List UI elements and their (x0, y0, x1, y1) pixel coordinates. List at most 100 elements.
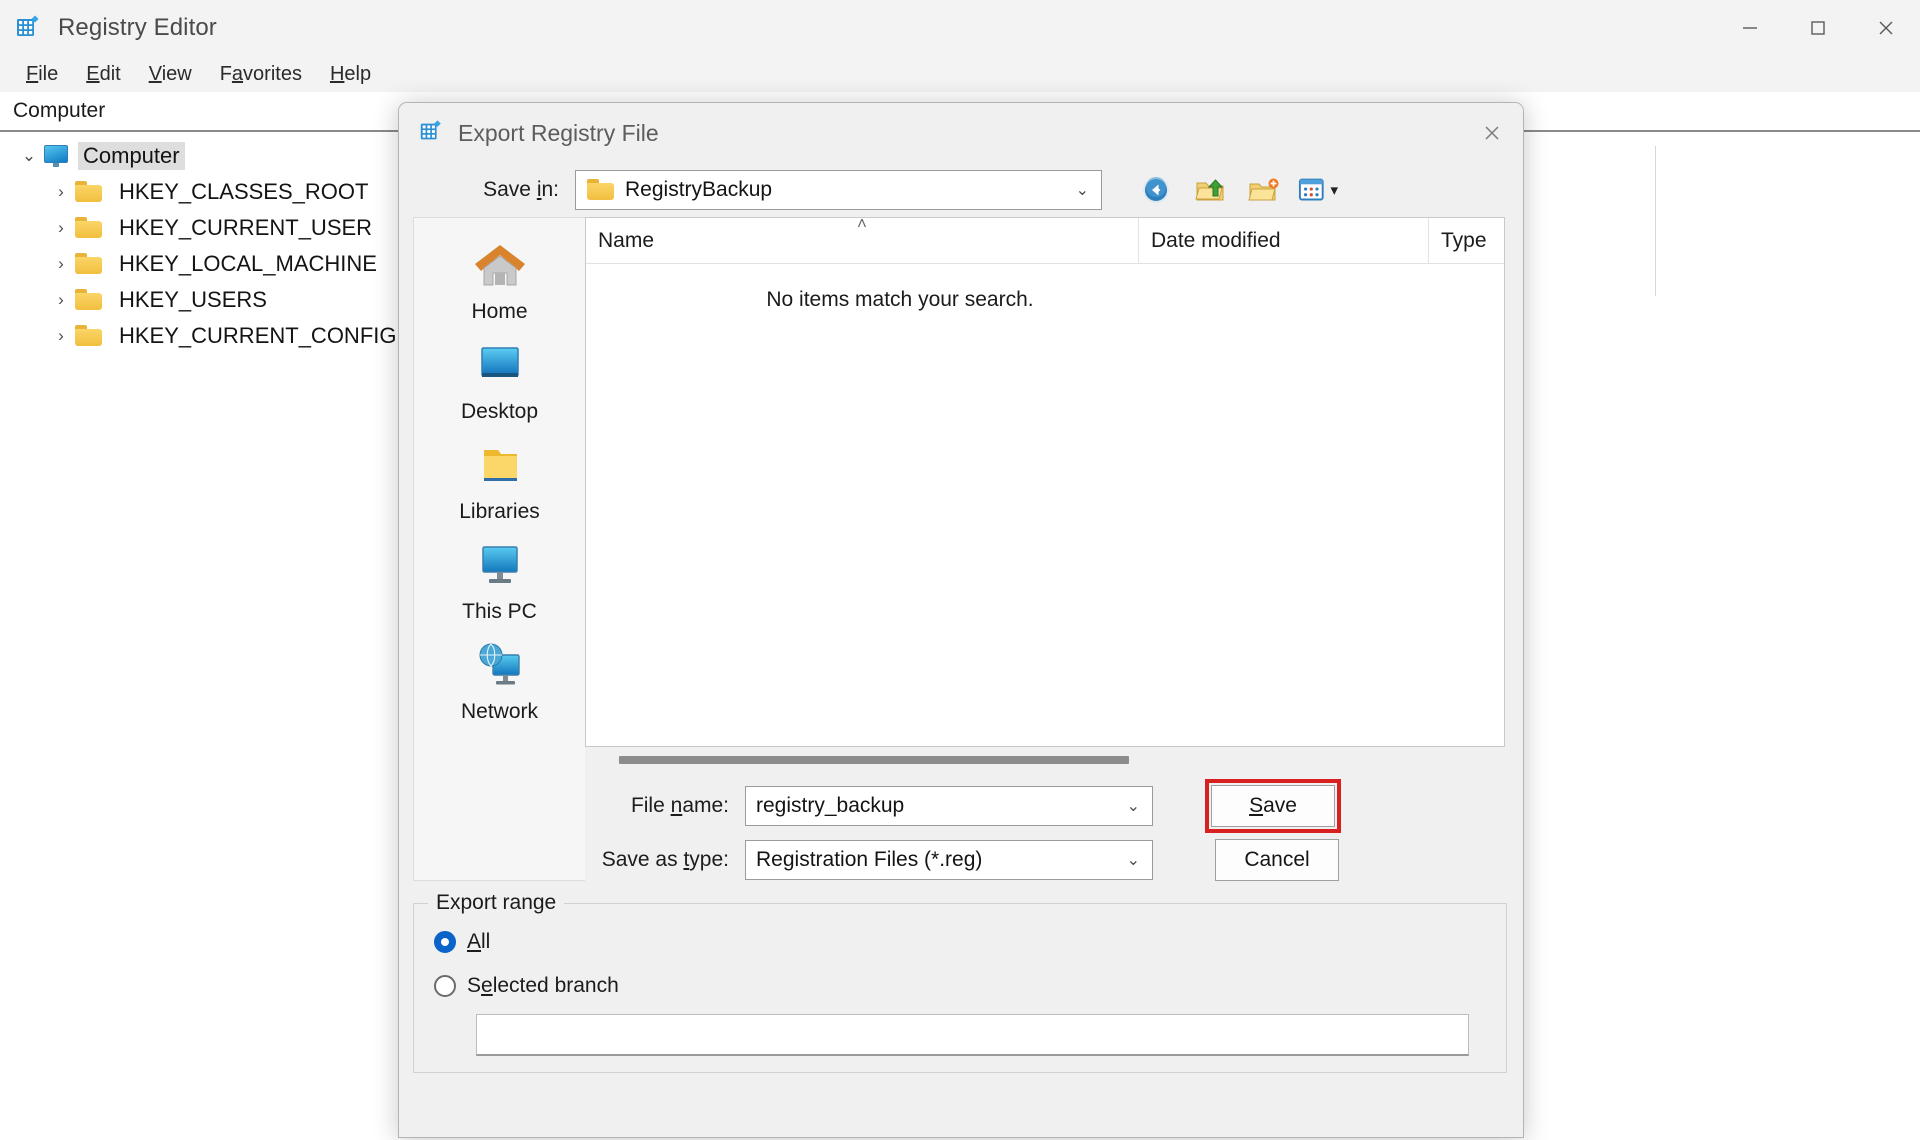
save-as-type-row: Save as type: Registration Files (*.reg)… (585, 839, 1505, 881)
column-header-date-modified[interactable]: Date modified (1138, 217, 1428, 264)
tree-item-label: HKEY_LOCAL_MACHINE (119, 251, 377, 276)
place-network[interactable]: Network (425, 634, 575, 734)
scrollbar-thumb[interactable] (619, 756, 1129, 764)
tree-item-label: HKEY_CLASSES_ROOT (119, 179, 369, 204)
chevron-right-icon[interactable]: › (48, 326, 74, 346)
place-label: Home (471, 300, 528, 323)
file-list-wrapper: Name ˄ Date modified Type No items match… (585, 214, 1505, 881)
minimize-button[interactable] (1716, 0, 1784, 56)
title-bar: Registry Editor (0, 0, 1920, 56)
window-title: Registry Editor (58, 14, 217, 41)
file-name-input[interactable]: registry_backup ⌄ (745, 786, 1153, 826)
chevron-down-icon[interactable]: ⌄ (16, 146, 42, 166)
this-pc-icon (481, 546, 518, 583)
save-button-highlight: Save (1205, 779, 1341, 833)
folder-icon (74, 180, 104, 204)
export-range-group: Export range All Selected branch (413, 891, 1507, 1073)
column-label: Name (598, 228, 655, 252)
save-as-type-value: Registration Files (*.reg) (756, 848, 983, 871)
column-label: Type (1441, 228, 1487, 252)
dialog-title: Export Registry File (458, 119, 659, 146)
file-name-label: File name: (630, 794, 729, 817)
tree-item-label: HKEY_CURRENT_CONFIG (119, 323, 397, 348)
folder-icon (74, 324, 104, 348)
menu-bar: File Edit View Favorites Help (0, 56, 1920, 92)
close-button[interactable] (1852, 0, 1920, 56)
folder-icon (74, 252, 104, 276)
save-button[interactable]: Save (1211, 785, 1335, 827)
chevron-right-icon[interactable]: › (48, 182, 74, 202)
chevron-down-icon[interactable]: ⌄ (1127, 787, 1140, 825)
registry-editor-icon (418, 118, 444, 149)
save-in-label: Save in: (483, 178, 559, 201)
computer-icon (42, 145, 70, 167)
file-list-horizontal-scrollbar[interactable] (585, 747, 1505, 773)
place-home[interactable]: Home (425, 234, 575, 334)
chevron-down-icon[interactable]: ⌄ (1127, 841, 1140, 879)
sort-ascending-icon: ˄ (857, 213, 867, 233)
file-list-header: Name ˄ Date modified Type (586, 214, 1504, 264)
column-header-name[interactable]: Name ˄ (586, 214, 1138, 264)
selected-branch-input[interactable] (476, 1014, 1469, 1056)
save-as-type-label: Save as type: (601, 848, 729, 871)
dialog-title-bar: Export Registry File (399, 103, 1523, 163)
dialog-toolbar: ▾ (1136, 171, 1338, 209)
empty-folder-message: No items match your search. (766, 288, 1034, 311)
chevron-down-icon[interactable]: ⌄ (1076, 171, 1089, 209)
cancel-button[interactable]: Cancel (1215, 839, 1339, 881)
menu-file[interactable]: File (12, 61, 72, 88)
menu-help[interactable]: Help (316, 61, 385, 88)
radio-label: Selected branch (467, 974, 619, 997)
radio-label: All (467, 930, 491, 953)
up-folder-icon[interactable] (1190, 171, 1230, 209)
column-label: Date modified (1151, 228, 1281, 252)
save-in-value: RegistryBackup (625, 178, 773, 201)
libraries-folder-icon (483, 450, 517, 481)
browser-area: Home Desktop Libraries This PC Network N… (399, 214, 1523, 881)
menu-favorites[interactable]: Favorites (206, 61, 316, 88)
column-header-type[interactable]: Type (1428, 217, 1504, 264)
export-registry-file-dialog: Export Registry File Save in: RegistryBa… (398, 102, 1524, 1138)
file-name-row: File name: registry_backup ⌄ Save (585, 779, 1505, 833)
place-label: Network (460, 700, 539, 723)
save-in-row: Save in: RegistryBackup ⌄ ▾ (399, 163, 1523, 217)
chevron-right-icon[interactable]: › (48, 254, 74, 274)
chevron-right-icon[interactable]: › (48, 218, 74, 238)
menu-view[interactable]: View (135, 61, 206, 88)
place-desktop[interactable]: Desktop (425, 334, 575, 434)
place-label: This PC (462, 600, 537, 623)
radio-indicator[interactable] (434, 975, 456, 997)
save-in-combobox[interactable]: RegistryBackup ⌄ (575, 170, 1102, 210)
radio-all[interactable]: All (434, 920, 1486, 964)
tree-item-label: HKEY_CURRENT_USER (119, 215, 373, 240)
window-controls (1716, 0, 1920, 56)
place-label: Libraries (459, 500, 540, 523)
file-list[interactable]: Name ˄ Date modified Type No items match… (585, 214, 1505, 747)
back-icon[interactable] (1136, 171, 1176, 209)
places-bar: Home Desktop Libraries This PC Network (413, 217, 585, 881)
registry-values-pane (1655, 132, 1920, 1140)
folder-icon (74, 216, 104, 240)
views-icon[interactable]: ▾ (1298, 171, 1338, 209)
registry-editor-window: Registry Editor File Edit View Favorites… (0, 0, 1920, 1140)
radio-indicator[interactable] (434, 931, 456, 953)
registry-editor-icon (14, 13, 44, 43)
folder-icon (74, 288, 104, 312)
place-libraries[interactable]: Libraries (425, 434, 575, 534)
maximize-button[interactable] (1784, 0, 1852, 56)
network-icon (479, 643, 520, 685)
chevron-right-icon[interactable]: › (48, 290, 74, 310)
home-icon (474, 245, 525, 286)
place-label: Desktop (460, 400, 539, 423)
save-as-type-combobox[interactable]: Registration Files (*.reg) ⌄ (745, 840, 1153, 880)
place-this-pc[interactable]: This PC (425, 534, 575, 634)
file-list-body: No items match your search. (586, 264, 1504, 746)
chevron-down-icon[interactable]: ▾ (1330, 181, 1338, 199)
radio-selected-branch[interactable]: Selected branch (434, 964, 1486, 1008)
pane-splitter[interactable] (1655, 146, 1656, 296)
dialog-close-button[interactable] (1461, 103, 1523, 163)
address-path: Computer (13, 99, 106, 122)
tree-item-label: HKEY_USERS (119, 287, 267, 312)
new-folder-icon[interactable] (1244, 171, 1284, 209)
menu-edit[interactable]: Edit (72, 61, 134, 88)
